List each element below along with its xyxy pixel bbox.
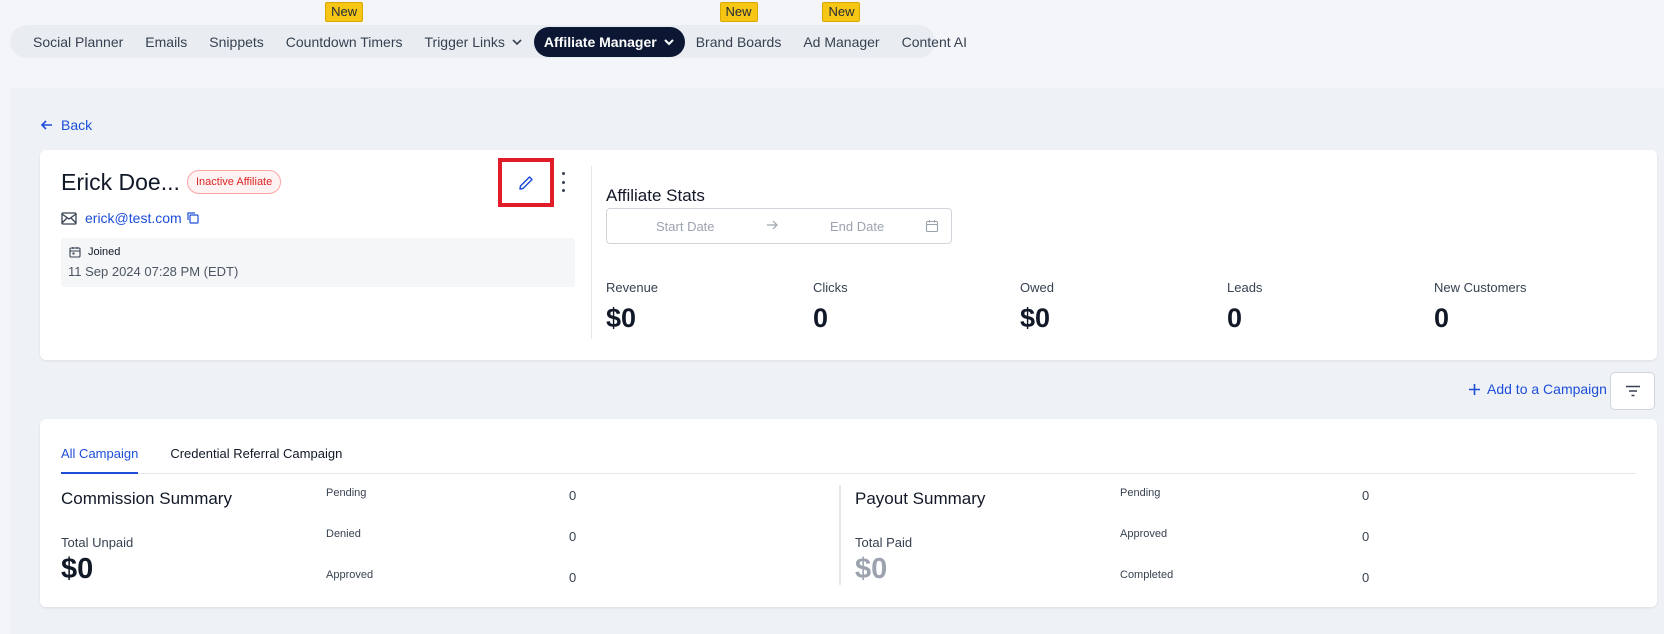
filter-icon	[1625, 385, 1640, 397]
nav-item-ad-manager[interactable]: New Ad Manager	[792, 1, 890, 57]
email-row: erick@test.com	[61, 210, 200, 226]
divider	[839, 485, 841, 585]
dot	[561, 180, 565, 184]
arrow-right-icon	[767, 220, 778, 230]
nav-item-brand-boards[interactable]: New Brand Boards	[685, 1, 793, 57]
payout-completed-value: 0	[1362, 570, 1370, 585]
stat-new-customers: New Customers 0	[1434, 280, 1526, 334]
commission-summary-title: Commission Summary	[61, 489, 232, 508]
status-badge: Inactive Affiliate	[187, 170, 282, 194]
total-unpaid-value: $0	[61, 553, 94, 585]
dot	[561, 189, 565, 192]
stat-clicks: Clicks 0	[813, 280, 848, 334]
total-paid-value: $0	[855, 553, 888, 585]
commission-denied-value: 0	[569, 529, 577, 544]
joined-date: 11 Sep 2024 07:28 PM (EDT)	[68, 264, 239, 279]
back-label: Back	[61, 117, 93, 133]
stat-label: Revenue	[606, 280, 659, 295]
stat-revenue: Revenue $0	[606, 280, 658, 334]
payout-approved-value: 0	[1362, 529, 1370, 544]
stat-label: Owed	[1020, 280, 1054, 295]
filter-button[interactable]	[1610, 372, 1655, 410]
add-to-campaign-button[interactable]: Add to a Campaign	[1468, 381, 1607, 397]
total-paid-label: Total Paid	[855, 535, 913, 550]
calendar-icon	[69, 247, 81, 258]
joined-label: Joined	[69, 246, 120, 258]
nav-item-emails[interactable]: Emails	[134, 27, 198, 57]
nav-label: Ad Manager	[803, 33, 880, 50]
affiliate-name: Erick Doe...	[61, 169, 180, 195]
email-link[interactable]: erick@test.com	[85, 210, 182, 226]
top-nav: Social Planner Emails Snippets New Count…	[10, 1, 967, 58]
stat-value: 0	[1227, 303, 1243, 333]
nav-label: Emails	[145, 33, 188, 50]
dot	[561, 172, 565, 175]
more-options-button[interactable]	[558, 172, 568, 192]
joined-box: Joined 11 Sep 2024 07:28 PM (EDT)	[61, 238, 575, 287]
tab-credential-referral-campaign[interactable]: Credential Referral Campaign	[170, 446, 342, 474]
new-badge: New	[325, 1, 364, 22]
nav-label: Brand Boards	[695, 33, 782, 50]
nav-item-snippets[interactable]: Snippets	[198, 27, 274, 57]
nav-item-trigger-links[interactable]: Trigger Links	[414, 27, 534, 57]
payout-approved-label: Approved	[1120, 528, 1168, 540]
nav-item-affiliate-manager[interactable]: Affiliate Manager	[533, 26, 685, 57]
divider	[591, 166, 592, 339]
stats-title: Affiliate Stats	[606, 186, 705, 205]
stat-value: 0	[1434, 303, 1450, 333]
chevron-down-icon	[511, 36, 523, 48]
stat-value: $0	[1020, 303, 1051, 333]
campaign-tabs: All Campaign Credential Referral Campaig…	[61, 446, 1636, 474]
nav-label: Affiliate Manager	[543, 33, 657, 50]
nav-label: Content AI	[901, 33, 967, 50]
nav-item-content-ai[interactable]: Content AI	[891, 27, 978, 57]
stat-label: Clicks	[813, 280, 848, 295]
nav-label: Countdown Timers	[285, 33, 403, 50]
payout-summary-title: Payout Summary	[855, 489, 986, 508]
tab-all-campaign[interactable]: All Campaign	[61, 446, 139, 474]
stat-value: $0	[606, 303, 637, 333]
affiliate-card: Erick Doe... Inactive Affiliate erick@te…	[40, 150, 1657, 360]
payout-completed-label: Completed	[1120, 569, 1174, 581]
arrow-left-icon	[40, 120, 52, 130]
nav-label: Trigger Links	[424, 33, 505, 50]
end-date-input[interactable]: End Date	[830, 219, 884, 234]
commission-pending-label: Pending	[326, 487, 367, 499]
calendar-icon	[925, 220, 939, 233]
payout-pending-value: 0	[1362, 488, 1370, 503]
add-campaign-label: Add to a Campaign	[1487, 381, 1607, 397]
nav-item-countdown-timers[interactable]: New Countdown Timers	[275, 1, 414, 57]
joined-label-text: Joined	[88, 246, 121, 258]
commission-approved-label: Approved	[326, 569, 374, 581]
payout-pending-label: Pending	[1120, 487, 1161, 499]
nav-label: Social Planner	[33, 33, 124, 50]
nav-label: Snippets	[209, 33, 264, 50]
pencil-icon	[519, 175, 533, 190]
campaign-summary-card: All Campaign Credential Referral Campaig…	[40, 419, 1657, 607]
stat-label: New Customers	[1434, 280, 1527, 295]
commission-pending-value: 0	[569, 488, 577, 503]
date-range-picker[interactable]: Start Date End Date	[606, 208, 952, 244]
commission-approved-value: 0	[569, 570, 577, 585]
mail-icon	[61, 211, 77, 225]
stat-label: Leads	[1227, 280, 1263, 295]
back-link[interactable]: Back	[40, 117, 92, 133]
new-badge: New	[719, 1, 758, 22]
chevron-down-icon	[663, 36, 675, 48]
plus-icon	[1469, 383, 1480, 395]
start-date-input[interactable]: Start Date	[656, 219, 715, 234]
stat-owed: Owed $0	[1020, 280, 1054, 334]
total-unpaid-label: Total Unpaid	[61, 535, 134, 550]
nav-item-social-planner[interactable]: Social Planner	[23, 27, 134, 57]
commission-denied-label: Denied	[326, 528, 361, 540]
stat-value: 0	[813, 303, 829, 333]
new-badge: New	[822, 1, 861, 22]
edit-button[interactable]	[498, 158, 554, 207]
copy-icon[interactable]	[186, 211, 200, 225]
stat-leads: Leads 0	[1227, 280, 1262, 334]
